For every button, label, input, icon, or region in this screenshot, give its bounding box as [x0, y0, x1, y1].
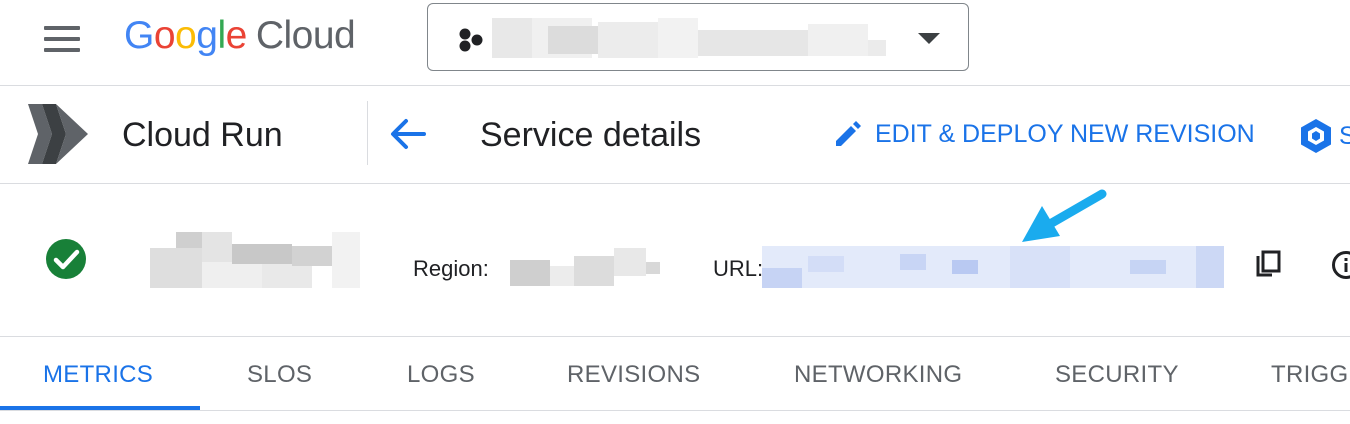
cloud-run-logo-icon — [28, 104, 88, 164]
tab-networking[interactable]: NETWORKING — [794, 361, 962, 389]
tab-slos[interactable]: SLOS — [247, 361, 312, 389]
google-letter: G — [124, 14, 154, 57]
security-button-label[interactable]: S — [1339, 122, 1350, 151]
divider — [367, 101, 368, 165]
dropdown-caret-icon — [918, 33, 940, 44]
tab-triggers[interactable]: TRIGGERS — [1271, 361, 1350, 389]
google-letter: o — [175, 14, 197, 57]
region-label: Region: — [413, 256, 489, 281]
google-letter: o — [153, 14, 176, 57]
annotation-arrow-icon — [1022, 189, 1107, 242]
info-icon[interactable] — [1331, 250, 1350, 280]
project-hex-icon — [459, 28, 483, 52]
google-letter: g — [196, 14, 218, 57]
tab-security[interactable]: SECURITY — [1055, 361, 1179, 389]
google-letter: l — [217, 14, 226, 57]
active-tab-indicator — [0, 406, 200, 410]
cloud-wordmark: Cloud — [255, 14, 356, 57]
tab-logs[interactable]: LOGS — [407, 361, 475, 389]
google-letter: e — [225, 14, 248, 57]
edit-pencil-icon — [836, 121, 861, 146]
service-header: Cloud Run Service details EDIT & DEPLOY … — [0, 85, 1350, 184]
url-label: URL: — [713, 256, 764, 281]
tab-metrics[interactable]: METRICS — [43, 361, 153, 389]
google-cloud-logo[interactable]: Google Cloud — [124, 14, 356, 58]
product-name: Cloud Run — [122, 116, 283, 154]
project-selector[interactable] — [427, 3, 969, 71]
page-title: Service details — [480, 116, 702, 154]
edit-deploy-label: EDIT & DEPLOY NEW REVISION — [875, 119, 1255, 148]
tab-bar: METRICS SLOS LOGS REVISIONS NETWORKING S… — [0, 337, 1350, 411]
service-info-row: Region: URL: — [0, 184, 1350, 337]
back-arrow-icon[interactable] — [388, 116, 428, 152]
menu-icon[interactable] — [42, 24, 82, 54]
edit-deploy-button[interactable]: EDIT & DEPLOY NEW REVISION — [833, 119, 1255, 149]
google-wordmark: Google — [124, 14, 247, 57]
top-bar: Google Cloud — [0, 0, 1350, 86]
status-ok-icon — [46, 239, 86, 279]
security-icon[interactable] — [1298, 118, 1334, 154]
tab-revisions[interactable]: REVISIONS — [567, 361, 700, 389]
copy-icon[interactable] — [1254, 250, 1284, 280]
